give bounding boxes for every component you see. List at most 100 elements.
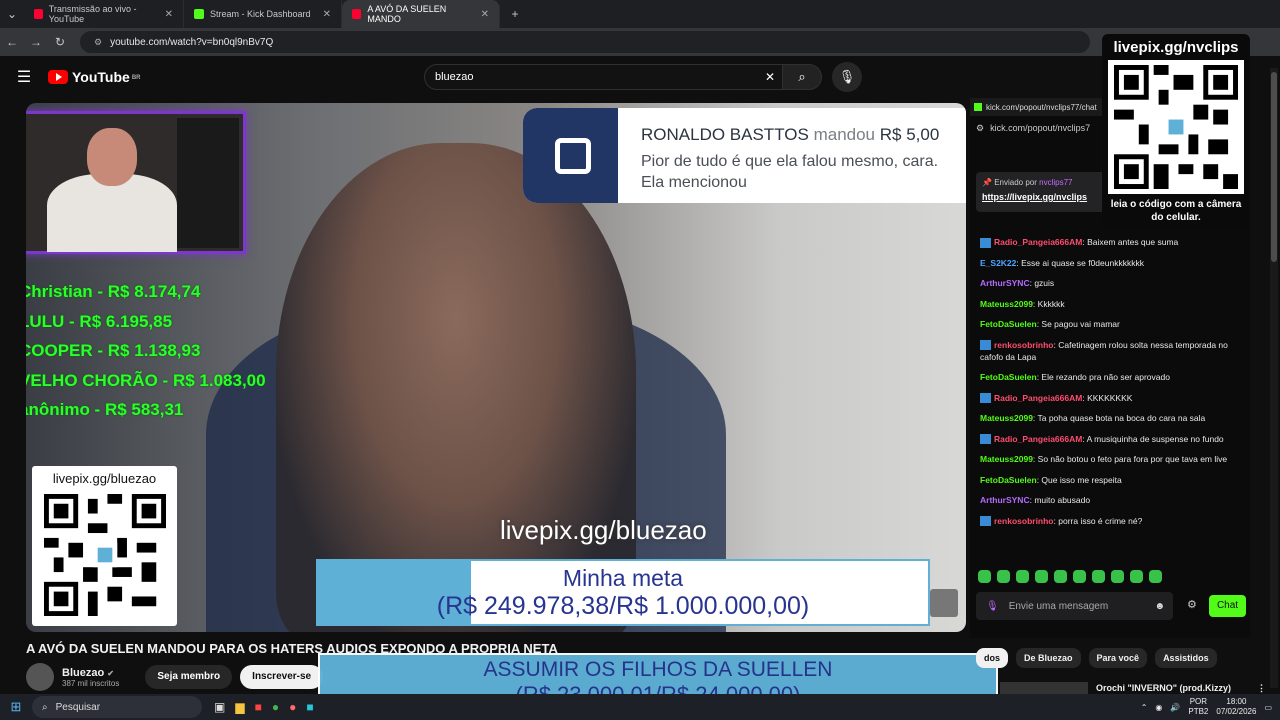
- pinned-user[interactable]: nvclips77: [1039, 178, 1072, 187]
- emote-icon[interactable]: [1054, 570, 1067, 583]
- reload-icon[interactable]: ↻: [48, 35, 72, 49]
- notifications-icon[interactable]: ▭: [1264, 703, 1272, 712]
- chat-username[interactable]: ArthurSYNC: [980, 495, 1030, 505]
- windows-start-icon[interactable]: ⊞: [0, 699, 32, 715]
- search-input[interactable]: bluezao ✕: [424, 64, 784, 90]
- app-icon[interactable]: ●: [289, 700, 296, 714]
- taskbar-search-placeholder: Pesquisar: [55, 701, 101, 713]
- close-tab-icon[interactable]: ✕: [165, 9, 173, 20]
- subscribe-button[interactable]: Inscrever-se: [240, 665, 324, 689]
- microphone-icon[interactable]: 🎙: [832, 62, 862, 92]
- task-view-icon[interactable]: ▣: [214, 700, 225, 714]
- clock[interactable]: 18:00 07/02/2026: [1216, 697, 1256, 717]
- chat-message: E_S2K22: Esse ai quase se f0deunkkkkkkk: [980, 257, 1242, 269]
- chip-for-you[interactable]: Para você: [1088, 648, 1148, 668]
- emote-icon[interactable]: [997, 570, 1010, 583]
- chat-username[interactable]: Mateuss2099: [980, 454, 1033, 464]
- goal-progress-bar: Minha meta (R$ 249.978,38/R$ 1.000.000,0…: [316, 559, 930, 626]
- chat-message: FetoDaSuelen: Ele rezando pra não ser ap…: [980, 371, 1242, 383]
- taskbar-search[interactable]: ⌕ Pesquisar: [32, 696, 202, 718]
- video-player[interactable]: Christian - R$ 8.174,74 LULU - R$ 6.195,…: [26, 103, 966, 632]
- chat-send-button[interactable]: Chat: [1209, 595, 1246, 617]
- emote-icon[interactable]: [1016, 570, 1029, 583]
- settings-gear-icon[interactable]: ⚙: [1187, 598, 1197, 611]
- tab-label: A AVÓ DA SUELEN MANDO: [367, 4, 447, 24]
- channel-avatar[interactable]: [26, 663, 54, 691]
- chat-username[interactable]: Mateuss2099: [980, 413, 1033, 423]
- back-icon[interactable]: ←: [0, 35, 24, 49]
- chat-text: : Esse ai quase se f0deunkkkkkkk: [1016, 257, 1144, 268]
- site-info-icon[interactable]: ⚙: [976, 123, 984, 134]
- search-icon[interactable]: ⌕: [782, 64, 822, 90]
- recommended-title[interactable]: Orochi "INVERNO" (prod.Kizzy): [1096, 683, 1231, 693]
- chat-username[interactable]: Mateuss2099: [980, 299, 1033, 309]
- chat-username[interactable]: FetoDaSuelen: [980, 372, 1037, 382]
- chat-message: ArthurSYNC: muito abusado: [980, 494, 1242, 506]
- chat-message: Radio_Pangeia666AM: A musiquinha de susp…: [980, 433, 1242, 445]
- livepix-overlay-text: livepix.gg/bluezao: [500, 515, 707, 545]
- qr-label: livepix.gg/bluezao: [52, 471, 157, 486]
- chat-username[interactable]: Radio_Pangeia666AM: [994, 393, 1082, 403]
- language-indicator[interactable]: POR PTB2: [1188, 697, 1208, 717]
- url-field[interactable]: ⚙ youtube.com/watch?v=bn0ql9nBv7Q: [80, 31, 1090, 53]
- recommended-video[interactable]: Orochi "INVERNO" (prod.Kizzy) ⋮: [1000, 682, 1266, 694]
- new-tab-button[interactable]: +: [500, 7, 530, 21]
- chip-watched[interactable]: Assistidos: [1155, 648, 1217, 668]
- page-scrollbar[interactable]: [1270, 68, 1278, 688]
- tab-current-video[interactable]: A AVÓ DA SUELEN MANDO ✕: [342, 0, 500, 28]
- donation-amount: R$ 5,00: [879, 125, 940, 144]
- close-tab-icon[interactable]: ✕: [323, 9, 331, 20]
- webcam-person-face: [87, 128, 137, 186]
- clear-search-icon[interactable]: ✕: [765, 70, 775, 84]
- more-options-icon[interactable]: ⋮: [1257, 683, 1266, 694]
- chat-input[interactable]: 🎙 Envie uma mensagem ☻: [976, 592, 1173, 620]
- join-button[interactable]: Seja membro: [145, 665, 233, 689]
- chat-username[interactable]: Radio_Pangeia666AM: [994, 434, 1082, 444]
- emote-icon[interactable]: [1130, 570, 1143, 583]
- chat-username[interactable]: FetoDaSuelen: [980, 475, 1037, 485]
- youtube-logo[interactable]: YouTube BR: [48, 69, 140, 85]
- tab-kick-dashboard[interactable]: Stream - Kick Dashboard ✕: [184, 0, 342, 28]
- chat-username[interactable]: E_S2K22: [980, 258, 1016, 268]
- emote-icon[interactable]: [1035, 570, 1048, 583]
- tab-youtube-studio[interactable]: Transmissão ao vivo - YouTube ✕: [24, 0, 184, 28]
- emote-icon[interactable]: [1111, 570, 1124, 583]
- chat-username[interactable]: renkosobrinho: [994, 516, 1054, 526]
- chevron-up-icon[interactable]: ⌃: [1141, 703, 1148, 712]
- close-tab-icon[interactable]: ✕: [481, 9, 489, 20]
- chat-username[interactable]: renkosobrinho: [994, 340, 1054, 350]
- chrome-icon[interactable]: ●: [272, 700, 279, 714]
- volume-icon[interactable]: 🔊: [1170, 703, 1180, 712]
- donor-entry: Christian - R$ 8.174,74: [26, 282, 201, 301]
- chat-text: : A musiquinha de suspense no fundo: [1082, 433, 1224, 444]
- chat-username[interactable]: Radio_Pangeia666AM: [994, 237, 1082, 247]
- site-info-icon[interactable]: ⚙: [94, 37, 102, 48]
- file-explorer-icon[interactable]: ▆: [235, 700, 244, 714]
- recommended-thumbnail[interactable]: [1000, 682, 1088, 694]
- emote-icon[interactable]: [1149, 570, 1162, 583]
- chat-message: Mateuss2099: So não botou o feto para fo…: [980, 453, 1242, 465]
- goal-values: (R$ 249.978,38/R$ 1.000.000,00): [436, 592, 810, 620]
- chip-from-channel[interactable]: De Bluezao: [1016, 648, 1081, 668]
- scrollbar-thumb[interactable]: [1271, 72, 1277, 262]
- chip-all[interactable]: dos: [976, 648, 1009, 668]
- emote-icon[interactable]: [1073, 570, 1086, 583]
- chat-username[interactable]: ArthurSYNC: [980, 278, 1030, 288]
- pinned-by-label: Enviado por: [994, 178, 1037, 187]
- channel-name[interactable]: Bluezao ✔: [62, 667, 119, 679]
- livepix-logo-icon: [523, 108, 618, 203]
- network-icon[interactable]: ◉: [1155, 703, 1162, 712]
- emote-icon[interactable]: [1092, 570, 1105, 583]
- subscriber-badge-icon: [980, 516, 991, 527]
- hamburger-menu-icon[interactable]: ☰: [0, 67, 48, 87]
- chat-username[interactable]: FetoDaSuelen: [980, 319, 1037, 329]
- emote-icon[interactable]: [978, 570, 991, 583]
- forward-icon[interactable]: →: [24, 35, 48, 49]
- chat-text: : muito abusado: [1029, 495, 1091, 505]
- app-icon[interactable]: ■: [306, 700, 313, 714]
- youtube-favicon-icon: [34, 9, 43, 19]
- microphone-icon[interactable]: 🎙: [986, 601, 999, 612]
- app-icon[interactable]: ■: [255, 700, 262, 714]
- tab-search-icon[interactable]: ⌄: [0, 7, 24, 21]
- emoji-icon[interactable]: ☻: [1154, 601, 1165, 612]
